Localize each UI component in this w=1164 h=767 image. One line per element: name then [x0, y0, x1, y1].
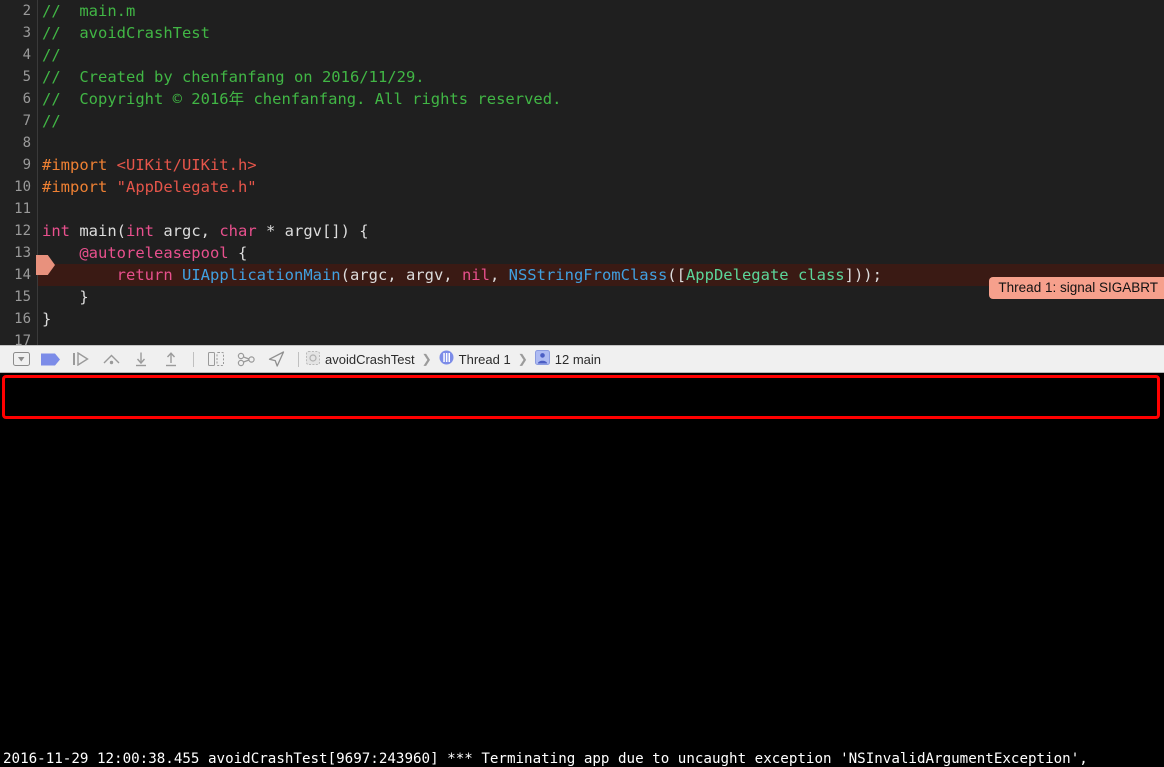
code-line[interactable]: [38, 330, 1164, 345]
breadcrumb-thread-label[interactable]: Thread 1: [459, 352, 511, 367]
line-number[interactable]: 7: [0, 110, 37, 132]
toolbar-divider-2: [298, 351, 299, 367]
exception-message-block: 2016-11-29 12:00:38.455 avoidCrashTest[9…: [0, 750, 1160, 767]
thread-icon: [439, 350, 454, 368]
code-line[interactable]: // main.m: [38, 0, 1164, 22]
memory-graph-icon: [237, 352, 255, 366]
line-number[interactable]: 2: [0, 0, 37, 22]
code-token: "AppDelegate.h": [116, 178, 257, 196]
code-token: #import: [42, 178, 117, 196]
line-number[interactable]: 3: [0, 22, 37, 44]
code-token: class: [797, 266, 845, 284]
code-token: }: [42, 310, 52, 328]
code-token: // avoidCrashTest: [42, 24, 210, 42]
code-line[interactable]: int main(int argc, char * argv[]) {: [38, 220, 1164, 242]
line-number[interactable]: 10: [0, 176, 37, 198]
code-token: AppDelegate: [685, 266, 789, 284]
code-token: argc,: [154, 222, 220, 240]
debug-view-hierarchy-button[interactable]: [201, 346, 231, 372]
code-line[interactable]: }: [38, 308, 1164, 330]
code-token: //: [42, 112, 61, 130]
code-token: {: [228, 244, 248, 262]
breadcrumb-chevron-icon-1: ❯: [421, 352, 432, 366]
code-token: UIApplicationMain: [182, 266, 341, 284]
code-token: <UIKit/UIKit.h>: [116, 156, 257, 174]
line-number[interactable]: 8: [0, 132, 37, 154]
breadcrumb-frame-label[interactable]: 12 main: [555, 352, 601, 367]
debug-toolbar[interactable]: avoidCrashTest ❯ Thread 1 ❯ 12 main: [0, 345, 1164, 373]
panel-toggle-icon: [12, 352, 30, 366]
line-number[interactable]: 9: [0, 154, 37, 176]
step-into-button[interactable]: [126, 346, 156, 372]
debug-breadcrumb[interactable]: avoidCrashTest ❯ Thread 1 ❯ 12 main: [306, 350, 601, 368]
view-hierarchy-icon: [208, 352, 224, 366]
debug-memory-graph-button[interactable]: [231, 346, 261, 372]
location-arrow-icon: [268, 351, 284, 367]
line-number[interactable]: 11: [0, 198, 37, 220]
step-over-icon: [103, 354, 119, 365]
line-number-gutter[interactable]: 2 3 4 5 6 7 8 9 10 11 12 13 14 15 16 17: [0, 0, 38, 345]
breadcrumb-chevron-icon-2: ❯: [517, 352, 528, 366]
code-token: }: [42, 288, 89, 306]
breakpoint-arrow-icon: [41, 353, 60, 365]
step-into-icon: [136, 352, 146, 366]
code-line[interactable]: // Copyright © 2016年 chenfanfang. All ri…: [38, 88, 1164, 110]
code-token: // Copyright © 2016年 chenfanfang. All ri…: [42, 90, 562, 108]
code-token: NSStringFromClass: [508, 266, 668, 284]
line-number[interactable]: 14: [0, 264, 37, 286]
hide-debug-area-button[interactable]: [6, 346, 36, 372]
code-line[interactable]: #import <UIKit/UIKit.h>: [38, 154, 1164, 176]
code-line[interactable]: //: [38, 110, 1164, 132]
code-line[interactable]: #import "AppDelegate.h": [38, 176, 1164, 198]
code-token: // Created by chenfanfang on 2016/11/29.: [42, 68, 425, 86]
code-token: ]));: [844, 266, 882, 284]
line-number[interactable]: 16: [0, 308, 37, 330]
continue-button[interactable]: [66, 346, 96, 372]
continue-play-icon: [72, 352, 89, 366]
toolbar-divider-1: [193, 351, 194, 367]
code-token: // main.m: [42, 2, 136, 20]
code-line[interactable]: [38, 132, 1164, 154]
step-over-button[interactable]: [96, 346, 126, 372]
code-token: (argc, argv,: [340, 266, 462, 284]
line-number[interactable]: 13: [0, 242, 37, 264]
code-token: @autoreleasepool: [79, 244, 229, 262]
code-token: ,: [489, 266, 509, 284]
line-number[interactable]: 15: [0, 286, 37, 308]
inline-issue-badge[interactable]: Thread 1: signal SIGABRT: [989, 277, 1164, 299]
code-line[interactable]: @autoreleasepool {: [38, 242, 1164, 264]
debug-console-output[interactable]: 2016-11-29 12:00:38.455 avoidCrashTest[9…: [0, 373, 1164, 767]
line-number[interactable]: 6: [0, 88, 37, 110]
code-line[interactable]: // avoidCrashTest: [38, 22, 1164, 44]
code-line[interactable]: // Created by chenfanfang on 2016/11/29.: [38, 66, 1164, 88]
source-code-editor[interactable]: 2 3 4 5 6 7 8 9 10 11 12 13 14 15 16 17 // main.m // avo…: [0, 0, 1164, 345]
code-token: int: [42, 222, 70, 240]
code-token: return: [116, 266, 173, 284]
process-icon: [306, 350, 320, 368]
step-out-icon: [166, 351, 176, 366]
breadcrumb-process-label[interactable]: avoidCrashTest: [325, 352, 415, 367]
line-number[interactable]: 5: [0, 66, 37, 88]
code-line[interactable]: [38, 198, 1164, 220]
line-number[interactable]: 17: [0, 330, 37, 345]
line-number[interactable]: 12: [0, 220, 37, 242]
simulate-location-button[interactable]: [261, 346, 291, 372]
code-token: #import: [42, 156, 117, 174]
code-line[interactable]: //: [38, 44, 1164, 66]
code-token: main(: [70, 222, 126, 240]
exception-header-line-1: 2016-11-29 12:00:38.455 avoidCrashTest[9…: [3, 751, 1088, 767]
code-token: //: [42, 46, 61, 64]
code-token: int: [126, 222, 154, 240]
stack-frame-icon: [534, 350, 550, 368]
step-out-button[interactable]: [156, 346, 186, 372]
code-token: nil: [461, 266, 490, 284]
deactivate-breakpoints-button[interactable]: [36, 346, 66, 372]
line-number[interactable]: 4: [0, 44, 37, 66]
code-token: * argv[]) {: [256, 222, 369, 240]
code-token: ([: [667, 266, 686, 284]
code-token: char: [219, 222, 257, 240]
